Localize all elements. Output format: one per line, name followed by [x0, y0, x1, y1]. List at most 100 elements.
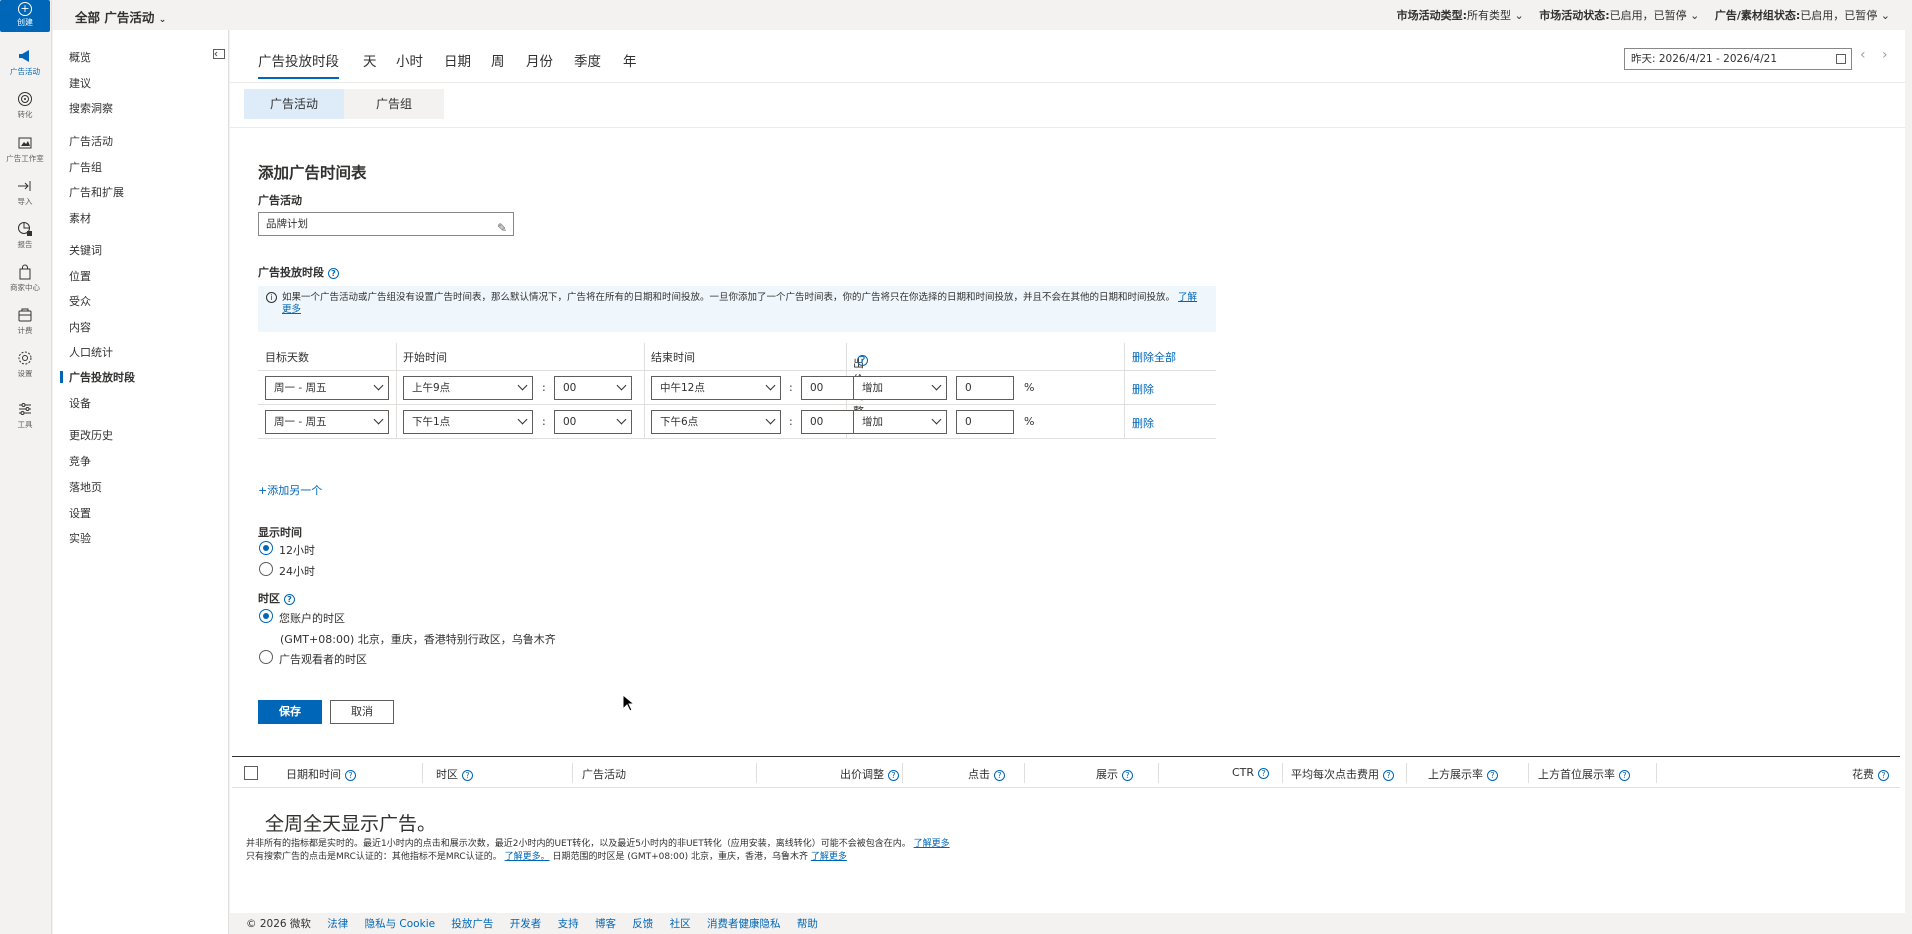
scope-selector[interactable]: 全部 广告活动 ⌄ [75, 7, 166, 26]
prev-period-button[interactable]: ‹ [1860, 47, 1866, 63]
learn-more-link[interactable]: 了解更多。 [505, 852, 550, 862]
tab-hour[interactable]: 小时 [396, 50, 423, 70]
col-impressions[interactable]: 展示? [1096, 766, 1133, 782]
rail-item-merchant-center[interactable]: 商家中心 [0, 264, 50, 304]
delete-all-link[interactable]: 删除全部 [1132, 349, 1176, 365]
col-bid-adjust[interactable]: 出价调整? [840, 766, 899, 782]
days-dropdown[interactable]: 周一 - 周五 [265, 376, 389, 400]
radio-account-timezone[interactable] [259, 609, 273, 623]
footer-link-blog[interactable]: 博客 [595, 918, 616, 930]
start-hour-dropdown[interactable]: 上午9点 [403, 376, 533, 400]
save-button[interactable]: 保存 [258, 700, 322, 724]
subnav-ad-schedule[interactable]: 广告投放时段 [69, 369, 135, 385]
pencil-icon[interactable]: ✎ [497, 217, 507, 239]
filter-campaign-type[interactable]: 市场活动类型:所有类型 ⌄ [1397, 9, 1524, 22]
rail-item-reports[interactable]: 报告 [0, 221, 50, 261]
subnav-landing-pages[interactable]: 落地页 [69, 479, 102, 495]
bid-type-dropdown[interactable]: 增加 [853, 410, 947, 434]
radio-viewer-timezone[interactable] [259, 650, 273, 664]
help-icon[interactable]: ? [284, 593, 295, 605]
footer-link-health-privacy[interactable]: 消费者健康隐私 [707, 918, 781, 930]
subnav-settings[interactable]: 设置 [69, 505, 91, 521]
filter-campaign-status[interactable]: 市场活动状态:已启用，已暂停 ⌄ [1539, 9, 1699, 22]
subnav-ads-extensions[interactable]: 广告和扩展 [69, 184, 124, 200]
seg-adgroup[interactable]: 广告组 [344, 89, 444, 119]
bid-type-dropdown[interactable]: 增加 [853, 376, 947, 400]
schedule-label: 广告投放时段? [258, 264, 339, 280]
campaign-field[interactable]: 品牌计划 ✎ [258, 212, 514, 236]
footer-link-developers[interactable]: 开发者 [510, 918, 542, 930]
col-ctr[interactable]: CTR? [1232, 766, 1270, 779]
tab-quarter[interactable]: 季度 [574, 50, 601, 70]
bid-value-input[interactable]: 0 [956, 376, 1014, 400]
rail-item-settings[interactable]: 设置 [0, 350, 50, 390]
cancel-button[interactable]: 取消 [330, 700, 394, 724]
col-avg-cpc[interactable]: 平均每次点击费用? [1291, 766, 1394, 782]
seg-campaign[interactable]: 广告活动 [244, 89, 344, 119]
days-dropdown[interactable]: 周一 - 周五 [265, 410, 389, 434]
subnav-devices[interactable]: 设备 [69, 395, 91, 411]
subnav-experiments[interactable]: 实验 [69, 530, 91, 546]
col-top-impr-rate[interactable]: 上方展示率? [1428, 766, 1498, 782]
tab-ad-schedule[interactable]: 广告投放时段 [258, 50, 339, 79]
scrollbar[interactable] [1905, 30, 1912, 934]
subnav-campaigns[interactable]: 广告活动 [69, 133, 113, 149]
start-minute-dropdown[interactable]: 00 [554, 376, 632, 400]
learn-more-link[interactable]: 了解更多 [914, 839, 950, 849]
tab-day[interactable]: 天 [363, 50, 377, 70]
footer-link-community[interactable]: 社区 [670, 918, 691, 930]
footer-link-legal[interactable]: 法律 [327, 918, 348, 930]
delete-row-link[interactable]: 删除 [1132, 381, 1154, 397]
footer-link-help[interactable]: 帮助 [797, 918, 818, 930]
select-all-checkbox[interactable] [244, 766, 258, 780]
subnav-search-insights[interactable]: 搜索洞察 [69, 100, 113, 116]
footer-link-support[interactable]: 支持 [558, 918, 579, 930]
rail-item-billing[interactable]: 计费 [0, 307, 50, 347]
rail-item-ad-studio[interactable]: 广告工作室 [0, 135, 50, 175]
rail-item-campaigns[interactable]: 广告活动 [0, 48, 50, 88]
bid-value-input[interactable]: 0 [956, 410, 1014, 434]
rail-item-conversions[interactable]: 转化 [0, 91, 50, 131]
subnav-assets[interactable]: 素材 [69, 210, 91, 226]
subnav-audiences[interactable]: 受众 [69, 293, 91, 309]
end-hour-dropdown[interactable]: 中午12点 [651, 376, 781, 400]
help-icon[interactable]: ? [328, 267, 339, 279]
start-minute-dropdown[interactable]: 00 [554, 410, 632, 434]
start-hour-dropdown[interactable]: 下午1点 [403, 410, 533, 434]
col-datetime[interactable]: 日期和时间? [286, 766, 356, 782]
subnav-content[interactable]: 内容 [69, 319, 91, 335]
subnav-competition[interactable]: 竞争 [69, 453, 91, 469]
add-another-link[interactable]: +添加另一个 [258, 482, 322, 498]
col-clicks[interactable]: 点击? [968, 766, 1005, 782]
tab-date[interactable]: 日期 [444, 50, 471, 70]
subnav-demographics[interactable]: 人口统计 [69, 344, 113, 360]
learn-more-link[interactable]: 了解更多 [811, 852, 847, 862]
end-hour-dropdown[interactable]: 下午6点 [651, 410, 781, 434]
next-period-button[interactable]: › [1882, 47, 1888, 63]
footer-link-advertise[interactable]: 投放广告 [451, 918, 493, 930]
delete-row-link[interactable]: 删除 [1132, 415, 1154, 431]
footer-link-privacy[interactable]: 隐私与 Cookie [365, 918, 435, 930]
subnav-keywords[interactable]: 关键词 [69, 242, 102, 258]
radio-12h[interactable] [259, 541, 273, 555]
rail-item-import[interactable]: 导入 [0, 178, 50, 218]
tab-month[interactable]: 月份 [526, 50, 553, 70]
filter-ad-status[interactable]: 广告/素材组状态:已启用，已暂停 ⌄ [1715, 9, 1890, 22]
subnav-overview[interactable]: 概览 [69, 49, 91, 65]
radio-24h[interactable] [259, 562, 273, 576]
subnav-change-history[interactable]: 更改历史 [69, 427, 113, 443]
create-button[interactable]: + 创建 [0, 0, 50, 32]
col-abs-top-impr-rate[interactable]: 上方首位展示率? [1538, 766, 1630, 782]
date-range-picker[interactable]: 昨天: 2026/4/21 - 2026/4/21 [1624, 48, 1852, 70]
collapse-panel-icon[interactable] [213, 49, 225, 59]
tab-year[interactable]: 年 [623, 50, 637, 70]
subnav-recommendations[interactable]: 建议 [69, 75, 91, 91]
subnav-ad-groups[interactable]: 广告组 [69, 159, 102, 175]
col-timezone[interactable]: 时区? [436, 766, 473, 782]
col-spend[interactable]: 花费? [1852, 766, 1889, 782]
footer-link-feedback[interactable]: 反馈 [632, 918, 653, 930]
rail-item-tools[interactable]: 工具 [0, 401, 50, 441]
subnav-locations[interactable]: 位置 [69, 268, 91, 284]
col-campaign[interactable]: 广告活动 [582, 766, 626, 782]
tab-week[interactable]: 周 [491, 50, 505, 70]
